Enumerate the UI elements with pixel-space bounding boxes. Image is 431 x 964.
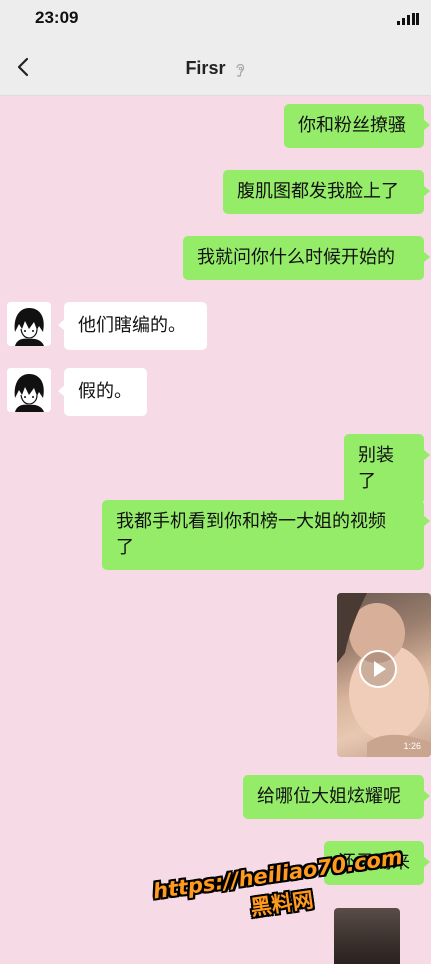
- message-text: 腹肌图都发我脸上了: [237, 181, 399, 202]
- message-text-line: 了: [116, 537, 134, 558]
- status-time: 23:09: [35, 8, 79, 27]
- chat-header: Firsr: [0, 40, 431, 96]
- message-text: 给哪位大姐炫耀呢: [257, 786, 401, 807]
- message-text: 假的。: [78, 381, 132, 402]
- avatar[interactable]: [7, 302, 51, 346]
- signal-icon: [397, 13, 419, 25]
- image-message[interactable]: [334, 908, 400, 964]
- play-icon[interactable]: [359, 650, 397, 688]
- message-bubble-received[interactable]: 假的。: [58, 368, 147, 416]
- status-bar: 23:09: [0, 0, 431, 40]
- contact-avatar-image: [7, 368, 51, 412]
- message-bubble-sent[interactable]: 你和粉丝撩骚: [284, 104, 430, 148]
- chat-title: Firsr: [185, 58, 226, 78]
- avatar[interactable]: [7, 368, 51, 412]
- video-message[interactable]: 1:26: [337, 593, 431, 757]
- contact-avatar-image: [7, 302, 51, 346]
- message-bubble-sent[interactable]: 我就问你什么时候开始的: [183, 236, 430, 280]
- message-text: 你和粉丝撩骚: [298, 115, 406, 136]
- message-text-line: 我都手机看到你和榜一大姐的视频: [116, 511, 386, 532]
- ear-icon: [235, 63, 244, 77]
- message-bubble-received[interactable]: 他们瞎编的。: [58, 302, 207, 350]
- message-text: 别装了: [358, 445, 394, 492]
- message-bubble-sent[interactable]: 腹肌图都发我脸上了: [223, 170, 430, 214]
- message-text: 他们瞎编的。: [78, 315, 186, 336]
- message-text: 我就问你什么时候开始的: [197, 247, 395, 268]
- video-duration: 1:26: [403, 741, 421, 751]
- message-bubble-sent[interactable]: 给哪位大姐炫耀呢: [243, 775, 430, 819]
- message-bubble-sent[interactable]: 别装了: [344, 434, 430, 504]
- message-bubble-sent[interactable]: 我都手机看到你和榜一大姐的视频 了: [102, 500, 430, 570]
